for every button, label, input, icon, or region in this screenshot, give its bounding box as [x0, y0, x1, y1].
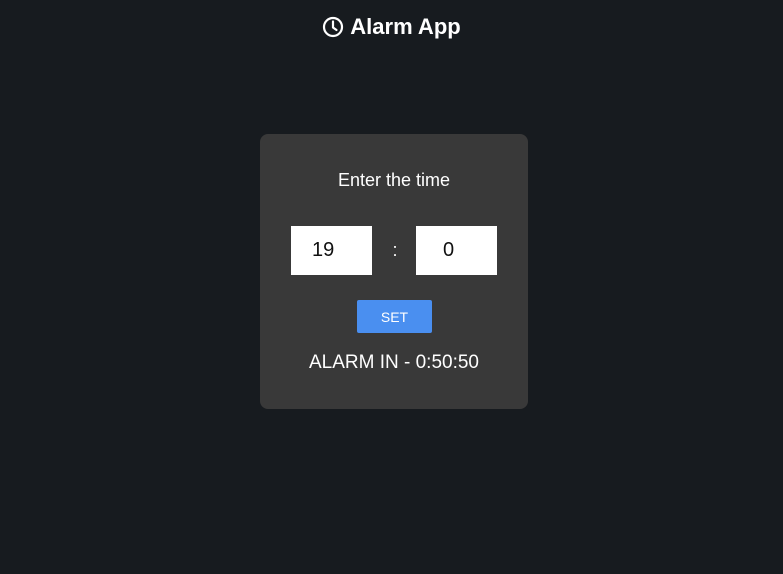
time-entry-row: : — [291, 226, 497, 276]
hours-input[interactable] — [291, 226, 372, 275]
clock-icon — [322, 16, 344, 38]
app-title: Alarm App — [350, 14, 461, 39]
alarm-card: Enter the time : SET ALARM IN - 0:50:50 — [260, 134, 528, 409]
alarm-app-page: Alarm App Enter the time : SET ALARM IN … — [0, 0, 783, 574]
minutes-input[interactable] — [416, 226, 497, 275]
app-header: Alarm App — [0, 12, 783, 42]
time-prompt: Enter the time — [337, 170, 451, 190]
alarm-countdown-status: ALARM IN - 0:50:50 — [308, 352, 480, 373]
time-separator: : — [392, 240, 398, 260]
set-alarm-button[interactable]: SET — [357, 300, 432, 333]
